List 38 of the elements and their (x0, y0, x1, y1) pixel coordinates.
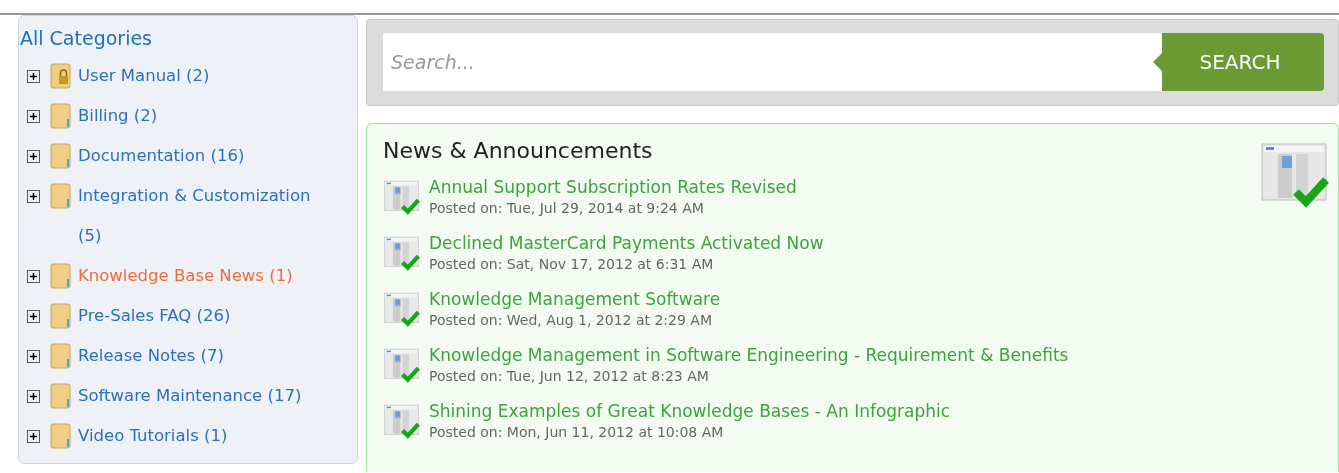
category-link[interactable]: Integration & Customization (5) (78, 176, 328, 256)
expand-icon[interactable] (27, 270, 40, 283)
news-link[interactable]: Knowledge Management in Software Engineering - Requirement & Benefits (429, 344, 1069, 366)
newspaper-check-icon (383, 236, 421, 272)
expand-icon[interactable] (27, 390, 40, 403)
expand-icon[interactable] (27, 190, 40, 203)
category-link[interactable]: Software Maintenance (17) (78, 376, 328, 416)
newspaper-check-icon (383, 348, 421, 384)
expand-icon[interactable] (27, 110, 40, 123)
posted-date: Posted on: Tue, Jun 12, 2012 at 8:23 AM (429, 367, 710, 386)
category-link[interactable]: Release Notes (7) (78, 336, 328, 376)
expand-icon[interactable] (27, 310, 40, 323)
expand-icon[interactable] (27, 150, 40, 163)
newspaper-check-icon (383, 180, 421, 216)
sidebar-title: All Categories (19, 26, 153, 51)
news-link[interactable]: Shining Examples of Great Knowledge Bases - An Infographic (429, 400, 951, 422)
posted-date: Posted on: Mon, Jun 11, 2012 at 10:08 AM (429, 423, 725, 442)
search-button[interactable]: SEARCH (1153, 33, 1324, 91)
news-link[interactable]: Annual Support Subscription Rates Revised (429, 176, 797, 198)
news-link[interactable]: Knowledge Management Software (429, 288, 721, 310)
expand-icon[interactable] (27, 70, 40, 83)
newspaper-check-icon (383, 404, 421, 440)
category-link[interactable]: Video Tutorials (1) (78, 416, 328, 456)
news-title: News & Announcements (383, 137, 654, 165)
posted-date: Posted on: Sat, Nov 17, 2012 at 6:31 AM (429, 255, 715, 274)
category-link[interactable]: Documentation (16) (78, 136, 328, 176)
category-link[interactable]: Knowledge Base News (1) (78, 256, 328, 296)
expand-icon[interactable] (27, 430, 40, 443)
category-link[interactable]: Billing (2) (78, 96, 328, 136)
news-link[interactable]: Declined MasterCard Payments Activated Now (429, 232, 824, 254)
newspaper-check-icon (383, 292, 421, 328)
search-field[interactable]: Search... (383, 33, 1162, 91)
category-link[interactable]: User Manual (2) (78, 56, 328, 96)
category-link[interactable]: Pre-Sales FAQ (26) (78, 296, 328, 336)
posted-date: Posted on: Wed, Aug 1, 2012 at 2:29 AM (429, 311, 713, 330)
expand-icon[interactable] (27, 350, 40, 363)
posted-date: Posted on: Tue, Jul 29, 2014 at 9:24 AM (429, 199, 705, 218)
newspaper-check-icon (1260, 142, 1330, 210)
